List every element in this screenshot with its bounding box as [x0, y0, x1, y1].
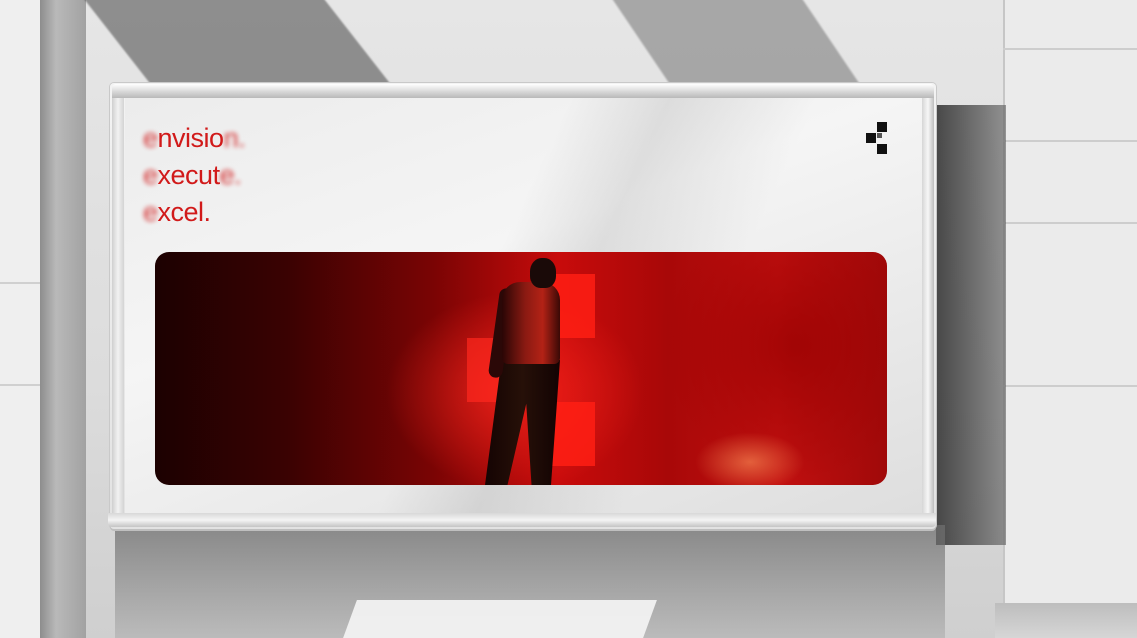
figure-head [530, 258, 556, 288]
hero-image [155, 252, 887, 485]
headline-blur-lead: e [143, 197, 158, 227]
frame-bottom-rail [108, 513, 936, 527]
headline-blur-tail: e. [219, 160, 242, 190]
wall-right-panel [1003, 0, 1137, 638]
headline-text: nvisio [157, 123, 225, 153]
headline-line-excel: excel. [143, 194, 323, 231]
headline-blur-lead: e [143, 160, 158, 190]
headline-blur-tail: n. [223, 123, 246, 153]
hero-warm-light [695, 432, 805, 485]
poster-headline: envision. execute. excel. [143, 120, 323, 231]
wall-seam [1003, 140, 1137, 142]
frame-top-rail [112, 84, 934, 98]
light-patch [343, 600, 657, 638]
headline-text: xcel. [157, 197, 212, 227]
wall-seam [1003, 385, 1137, 387]
wall-seam [1003, 222, 1137, 224]
wall-seam [0, 282, 40, 284]
wall-ledge [995, 603, 1137, 638]
headline-line-execute: execute. [143, 157, 323, 194]
scene: envision. execute. excel. [0, 0, 1137, 638]
wall-left-edge [0, 0, 40, 638]
headline-blur-lead: e [143, 123, 158, 153]
frame-shadow [936, 105, 1006, 545]
wall-pillar [40, 0, 86, 638]
wall-seam [1003, 48, 1137, 50]
frame-rail [112, 96, 124, 516]
headline-line-envision: envision. [143, 120, 323, 157]
frame-rail [922, 96, 934, 516]
checker-mark-icon [866, 122, 888, 154]
wall-seam [0, 384, 40, 386]
figure-torso [502, 282, 560, 364]
headline-text: xecut [157, 160, 221, 190]
